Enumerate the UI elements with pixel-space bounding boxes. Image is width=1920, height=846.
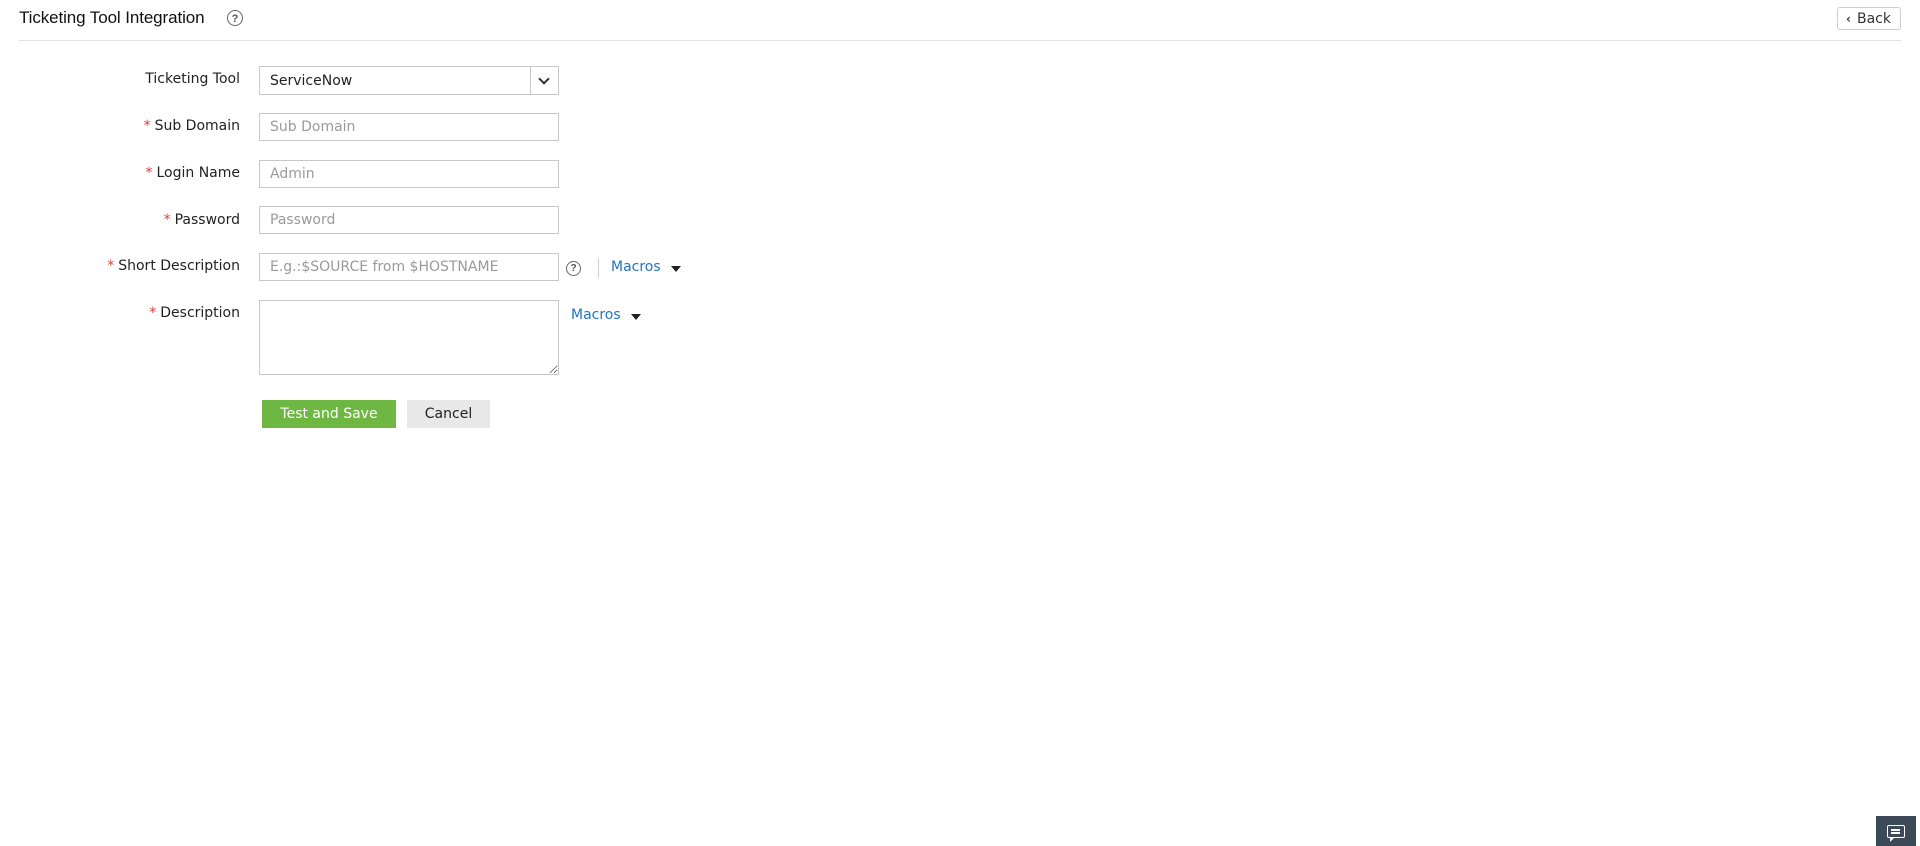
- sub-domain-label-wrap: * Sub Domain: [0, 118, 240, 138]
- question-circle-icon[interactable]: ?: [227, 10, 243, 26]
- back-button-label: Back: [1857, 11, 1891, 27]
- login-name-label: * Login Name: [0, 165, 240, 181]
- chevron-left-icon: ‹: [1846, 12, 1851, 26]
- description-label: * Description: [0, 305, 240, 321]
- ticketing-tool-label: Ticketing Tool: [145, 71, 240, 87]
- ticketing-tool-select[interactable]: ServiceNow: [259, 66, 559, 95]
- description-label-wrap: * Description: [0, 305, 240, 325]
- sub-domain-label: * Sub Domain: [0, 118, 240, 134]
- ticketing-integration-page: Ticketing Tool Integration ? ‹ Back Tick…: [0, 0, 1920, 846]
- short-description-help-icon[interactable]: ?: [566, 261, 581, 276]
- back-button[interactable]: ‹ Back: [1837, 7, 1901, 30]
- password-label-wrap: * Password: [0, 212, 240, 232]
- short-description-input[interactable]: [259, 253, 559, 281]
- page-header: Ticketing Tool Integration ? ‹ Back: [19, 0, 1901, 41]
- short-description-label-text: Short Description: [118, 258, 240, 274]
- sub-domain-input[interactable]: [259, 113, 559, 141]
- login-name-label-wrap: * Login Name: [0, 165, 240, 185]
- chat-icon: [1887, 825, 1905, 842]
- description-macros-link[interactable]: Macros: [571, 307, 621, 323]
- required-mark: *: [145, 165, 153, 181]
- password-label-text: Password: [174, 212, 240, 228]
- required-mark: *: [163, 212, 171, 228]
- select-arrow-button[interactable]: [530, 67, 558, 94]
- short-description-label: * Short Description: [0, 258, 240, 274]
- cancel-button[interactable]: Cancel: [407, 400, 490, 428]
- password-label: * Password: [0, 212, 240, 228]
- test-and-save-button[interactable]: Test and Save: [262, 400, 396, 428]
- required-mark: *: [149, 305, 157, 321]
- required-mark: *: [143, 118, 151, 134]
- vertical-divider: [598, 258, 599, 278]
- login-name-input[interactable]: [259, 160, 559, 188]
- sub-domain-label-text: Sub Domain: [154, 118, 240, 134]
- ticketing-tool-label-wrap: Ticketing Tool: [0, 71, 240, 91]
- password-input[interactable]: [259, 206, 559, 234]
- required-mark: *: [107, 258, 115, 274]
- login-name-label-text: Login Name: [156, 165, 240, 181]
- caret-down-icon[interactable]: [631, 314, 641, 320]
- short-description-label-wrap: * Short Description: [0, 258, 240, 278]
- ticketing-tool-value: ServiceNow: [270, 73, 353, 89]
- caret-down-icon[interactable]: [671, 266, 681, 272]
- chat-button[interactable]: [1876, 816, 1916, 846]
- page-title: Ticketing Tool Integration: [19, 8, 205, 27]
- short-description-macros-link[interactable]: Macros: [611, 259, 661, 275]
- chevron-down-icon: [538, 73, 550, 85]
- description-label-text: Description: [160, 305, 240, 321]
- description-textarea[interactable]: [259, 300, 559, 375]
